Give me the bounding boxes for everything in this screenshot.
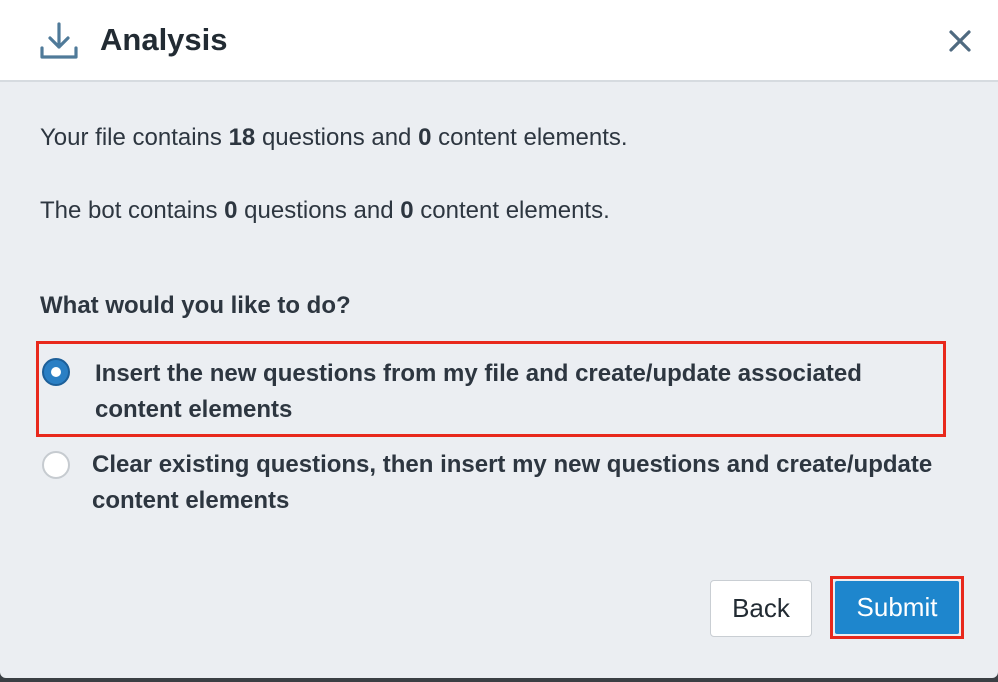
analysis-dialog: Analysis Your file contains 18 questions… — [0, 0, 998, 678]
download-icon — [40, 22, 78, 59]
close-icon[interactable] — [944, 25, 976, 57]
option-clear-existing-questions[interactable]: Clear existing questions, then insert my… — [36, 437, 946, 527]
option-label: Clear existing questions, then insert my… — [92, 451, 933, 514]
bot-summary-text: The bot contains 0 questions and 0 conte… — [40, 197, 610, 224]
radio-button-selected[interactable] — [42, 358, 70, 386]
file-summary-text: Your file contains 18 questions and 0 co… — [40, 124, 628, 151]
option-label: Insert the new questions from my file an… — [95, 360, 862, 423]
file-content-count: 0 — [418, 124, 432, 151]
bot-content-count: 0 — [400, 197, 414, 224]
dialog-header: Analysis — [0, 0, 998, 82]
dialog-title: Analysis — [100, 22, 228, 57]
submit-button[interactable]: Submit — [835, 581, 959, 634]
back-button[interactable]: Back — [710, 580, 812, 637]
question-label: What would you like to do? — [40, 292, 351, 319]
bot-questions-count: 0 — [224, 197, 238, 224]
file-questions-count: 18 — [228, 124, 256, 151]
radio-button[interactable] — [42, 451, 70, 479]
option-insert-new-questions[interactable]: Insert the new questions from my file an… — [36, 341, 946, 437]
